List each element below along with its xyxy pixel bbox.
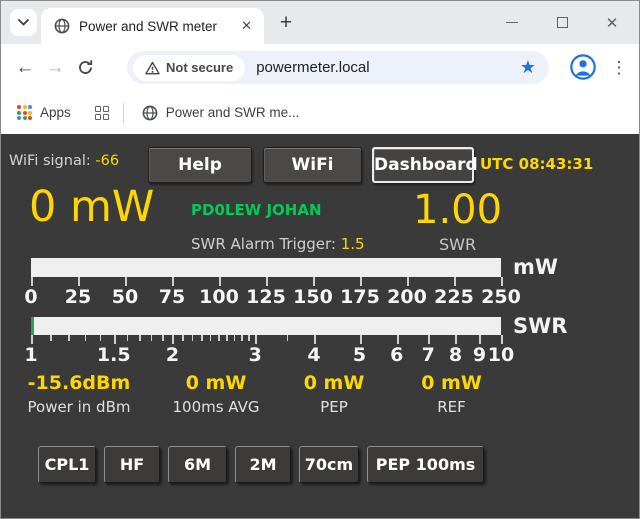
pep-100ms-button[interactable]: PEP 100ms (367, 446, 484, 483)
window-minimize-button[interactable] (499, 11, 525, 35)
swr-meter-fill (31, 317, 34, 335)
70cm-button[interactable]: 70cm (299, 446, 359, 483)
band-button-row: CPL1 HF 6M 2M 70cm PEP 100ms (38, 446, 484, 483)
stat-pep: 0 mW PEP (294, 372, 374, 416)
chevron-down-icon (18, 19, 29, 26)
bookmark-star-button[interactable]: ★ (520, 57, 536, 78)
forward-arrow-icon: → (46, 57, 65, 79)
cpl1-button[interactable]: CPL1 (38, 446, 96, 483)
star-icon: ★ (520, 57, 536, 77)
stat-label: REF (409, 398, 494, 416)
stat-label: 100ms AVG (161, 398, 271, 416)
swr-meter-scale: 11.52345678910 (31, 344, 501, 366)
browser-tab[interactable]: Power and SWR meter ✕ (41, 8, 264, 44)
window-maximize-button[interactable] (549, 11, 575, 35)
2m-button[interactable]: 2M (235, 446, 291, 483)
stat-ref: 0 mW REF (409, 372, 494, 416)
new-tab-button[interactable]: + (273, 10, 299, 36)
address-bar[interactable]: Not secure powermeter.local ★ (127, 51, 549, 84)
bookmark-label: Power and SWR me... (166, 105, 300, 120)
callsign: PD0LEW JOHAN (191, 201, 322, 219)
wifi-signal: WiFi signal: -66 (9, 153, 119, 169)
stat-label: Power in dBm (19, 398, 139, 416)
dashboard-button[interactable]: Dashboard (372, 147, 474, 183)
swr-alarm-label: SWR Alarm Trigger: (191, 235, 336, 253)
apps-grid-icon (17, 105, 32, 120)
maximize-icon (557, 17, 568, 28)
back-button[interactable]: ← (10, 53, 40, 83)
power-readout: 0 mW (29, 182, 154, 232)
browser-toolbar: ← → Not secure powermeter.local ★ ⋮ (1, 44, 639, 91)
wifi-button[interactable]: WiFi (263, 147, 362, 183)
stat-label: PEP (294, 398, 374, 416)
stat-power-dbm: -15.6dBm Power in dBm (19, 372, 139, 416)
security-chip[interactable]: Not secure (133, 55, 245, 81)
swr-meter-track (31, 317, 501, 335)
window-controls: ✕ (499, 1, 633, 44)
swr-meter-unit-label: SWR (513, 314, 567, 338)
utc-clock: UTC 08:43:31 (480, 155, 593, 173)
browser-window: Power and SWR meter ✕ + ✕ ← → Not secure… (0, 0, 640, 519)
minimize-icon (506, 22, 518, 23)
stat-value: 0 mW (294, 372, 374, 394)
apps-label: Apps (40, 105, 71, 120)
apps-shortcut[interactable]: Apps (1, 101, 77, 124)
globe-favicon-icon (54, 18, 70, 34)
bookmarks-bar: Apps Power and SWR me... (1, 91, 639, 134)
profile-avatar-icon (569, 53, 597, 81)
reading-list-icon[interactable] (95, 106, 109, 120)
swr-readout: 1.00 (413, 187, 502, 233)
back-arrow-icon: ← (16, 57, 35, 79)
page-content: WiFi signal: -66 Help WiFi Dashboard UTC… (1, 134, 639, 519)
tab-strip: Power and SWR meter ✕ + ✕ (1, 1, 639, 44)
stat-value: -15.6dBm (19, 372, 139, 394)
power-meter-scale: 0255075100125150175200225250 (31, 286, 501, 308)
tab-list-button[interactable] (10, 9, 37, 36)
swr-alarm-trigger: SWR Alarm Trigger: 1.5 (191, 235, 365, 253)
wifi-signal-label: WiFi signal: (9, 153, 91, 169)
stat-value: 0 mW (409, 372, 494, 394)
security-chip-label: Not secure (166, 60, 233, 75)
reload-button[interactable] (70, 53, 100, 83)
globe-bookmark-icon (142, 105, 158, 121)
bookmark-item[interactable]: Power and SWR me... (136, 101, 306, 125)
tab-close-button[interactable]: ✕ (237, 16, 256, 36)
stat-100ms-avg: 0 mW 100ms AVG (161, 372, 271, 416)
wifi-signal-value: -66 (95, 153, 119, 169)
help-button[interactable]: Help (148, 147, 252, 183)
window-close-button[interactable]: ✕ (599, 11, 625, 35)
6m-button[interactable]: 6M (168, 446, 227, 483)
tab-title: Power and SWR meter (79, 19, 237, 34)
swr-alarm-value: 1.5 (341, 235, 365, 253)
power-meter-unit-label: mW (513, 255, 558, 279)
hf-button[interactable]: HF (104, 446, 160, 483)
browser-menu-button[interactable]: ⋮ (607, 53, 631, 82)
power-meter-track (31, 258, 501, 277)
forward-button[interactable]: → (40, 53, 70, 83)
swr-readout-caption: SWR (439, 235, 476, 254)
bookmarks-divider (123, 103, 124, 123)
stat-value: 0 mW (161, 372, 271, 394)
kebab-menu-icon: ⋮ (611, 58, 628, 77)
profile-button[interactable] (568, 53, 597, 82)
reload-icon (77, 59, 94, 76)
url-text: powermeter.local (256, 59, 520, 76)
warning-triangle-icon (145, 61, 160, 75)
close-icon: ✕ (606, 14, 619, 32)
